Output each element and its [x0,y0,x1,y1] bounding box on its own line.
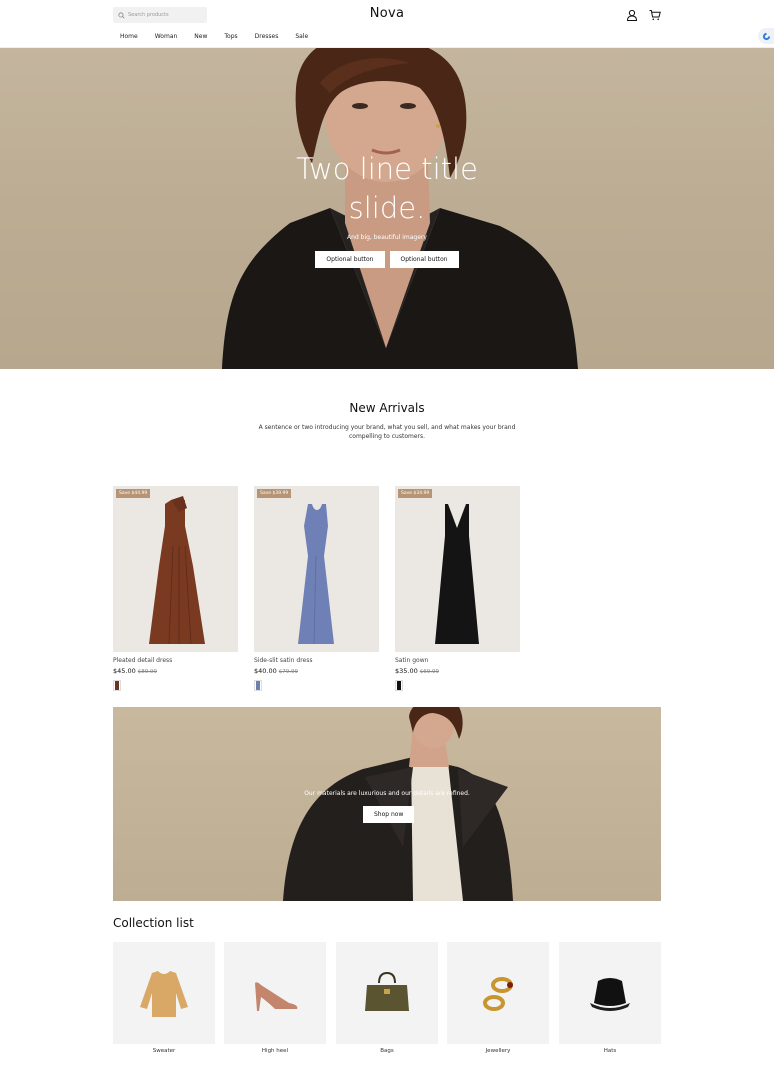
hero-subtitle: And big, beautiful imagery [347,234,427,241]
product-card[interactable]: Save $39.99 Side-slit satin dress $40.00… [254,486,379,691]
color-swatch[interactable] [113,680,121,691]
product-card[interactable]: Save $34.99 Satin gown $35.00 $69.99 [395,486,520,691]
pleated-dress-image [149,496,205,645]
image-with-text-banner: Our materials are luxurious and our deta… [113,707,661,901]
product-name[interactable]: Satin gown [395,657,520,664]
hat-image [590,978,630,1011]
high-heel-image [255,982,298,1011]
collection-image[interactable] [224,942,326,1044]
sale-badge: Save $34.99 [398,489,433,498]
satin-gown-image [435,504,479,644]
collection-image[interactable] [113,942,215,1044]
product-card[interactable]: Save $44.99 Pleated detail dress $45.00 $… [113,486,238,691]
sale-badge: Save $44.99 [116,489,151,498]
hero-button-2[interactable]: Optional button [389,251,459,268]
sweater-image [140,971,188,1017]
product-image[interactable]: Save $34.99 [395,486,520,652]
main-nav: Home Woman New Tops Dresses Sale [120,33,325,40]
promo-text: Our materials are luxurious and our deta… [304,790,470,797]
nav-woman[interactable]: Woman [155,33,178,40]
new-arrivals-description: A sentence or two introducing your brand… [258,424,516,440]
account-icon[interactable] [626,9,638,21]
site-header: Nova Home Woman New Tops Dresses Sale [0,0,774,48]
collection-card[interactable]: Hats [559,942,661,1054]
nav-tops[interactable]: Tops [224,33,237,40]
collection-card[interactable]: Sweater [113,942,215,1054]
hero-title-line-1: Two line title [296,152,478,186]
hero-title-line-2: slide. [348,191,426,225]
collection-image[interactable] [447,942,549,1044]
compare-price: $69.99 [419,669,439,675]
nav-dresses[interactable]: Dresses [255,33,279,40]
new-arrivals-title: New Arrivals [349,401,425,415]
collection-image[interactable] [559,942,661,1044]
collection-card[interactable]: Bags [336,942,438,1054]
product-image[interactable]: Save $39.99 [254,486,379,652]
bag-image [365,971,409,1011]
sale-badge: Save $39.99 [257,489,292,498]
hero-title: Two line title slide. [0,150,774,228]
collection-card[interactable]: High heel [224,942,326,1054]
product-image[interactable]: Save $44.99 [113,486,238,652]
collection-image[interactable] [336,942,438,1044]
collection-label[interactable]: Jewellery [447,1048,549,1054]
product-price: $45.00 $89.99 [113,667,238,675]
nav-home[interactable]: Home [120,33,138,40]
current-price: $45.00 [113,667,136,675]
jewellery-image [483,977,513,1011]
product-price: $40.00 $79.99 [254,667,379,675]
cart-icon[interactable] [649,9,661,21]
satin-dress-image [298,504,334,645]
nav-new[interactable]: New [194,33,207,40]
collection-list-title: Collection list [113,916,194,930]
collection-card[interactable]: Jewellery [447,942,549,1054]
compare-price: $79.99 [278,669,298,675]
hero-slide: Two line title slide. And big, beautiful… [0,48,774,369]
shop-now-button[interactable]: Shop now [363,806,415,823]
product-name[interactable]: Pleated detail dress [113,657,238,664]
collection-label[interactable]: High heel [224,1048,326,1054]
collection-label[interactable]: Hats [559,1048,661,1054]
product-name[interactable]: Side-slit satin dress [254,657,379,664]
current-price: $40.00 [254,667,277,675]
color-swatch[interactable] [395,680,403,691]
helper-logo-icon [762,32,770,40]
promo-model-image [283,707,513,901]
collection-label[interactable]: Bags [336,1048,438,1054]
color-swatch[interactable] [254,680,262,691]
current-price: $35.00 [395,667,418,675]
collection-label[interactable]: Sweater [113,1048,215,1054]
compare-price: $89.99 [137,669,157,675]
hero-button-1[interactable]: Optional button [315,251,385,268]
helper-widget[interactable] [758,28,774,44]
product-price: $35.00 $69.99 [395,667,520,675]
nav-sale[interactable]: Sale [295,33,308,40]
hero-buttons: Optional button Optional button [0,251,774,268]
